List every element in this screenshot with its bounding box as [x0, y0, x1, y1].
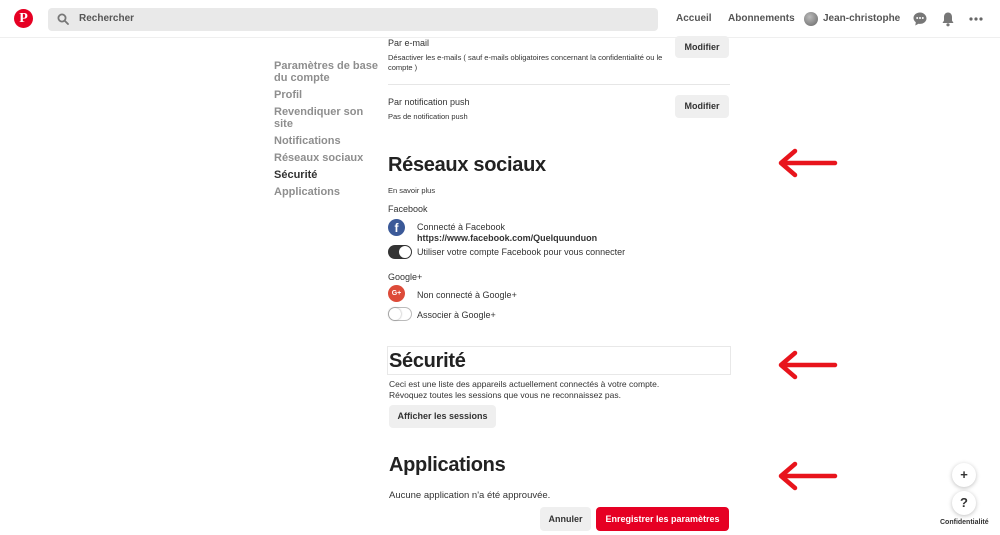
help-icon[interactable]: ?: [952, 491, 976, 515]
top-bar: P Rechercher Accueil Abonnements Jean-ch…: [0, 0, 1000, 38]
email-notification-label: Par e-mail: [388, 38, 430, 48]
learn-more-link[interactable]: En savoir plus: [388, 186, 435, 196]
facebook-label: Facebook: [388, 204, 428, 214]
facebook-url: https://www.facebook.com/Quelquunduon: [417, 233, 598, 243]
google-associate-toggle[interactable]: [388, 307, 412, 321]
applications-desc: Aucune application n'a été approuvée.: [389, 490, 551, 501]
search-icon: [57, 13, 69, 25]
google-status: Non connecté à Google+: [417, 290, 517, 300]
nav-user-link[interactable]: Jean-christophe: [823, 13, 900, 24]
facebook-status: Connecté à Facebook: [417, 222, 506, 232]
cancel-button[interactable]: Annuler: [540, 507, 591, 531]
email-notification-desc: Désactiver les e-mails ( sauf e-mails ob…: [388, 53, 663, 72]
facebook-login-toggle[interactable]: [388, 245, 412, 259]
search-input[interactable]: Rechercher: [48, 8, 658, 31]
settings-sidebar: Paramètres de base du compte Profil Reve…: [274, 60, 379, 203]
toggle-knob: [389, 308, 401, 320]
chat-icon[interactable]: [912, 11, 928, 27]
sidebar-item-social-networks[interactable]: Réseaux sociaux: [274, 152, 379, 164]
security-desc-line1: Ceci est une liste des appareils actuell…: [389, 379, 660, 389]
red-arrow-icon: [778, 148, 838, 178]
sidebar-item-basic-settings[interactable]: Paramètres de base du compte: [274, 60, 379, 84]
security-desc-line2: Révoquez toutes les sessions que vous ne…: [389, 390, 621, 400]
push-modify-button[interactable]: Modifier: [675, 95, 729, 118]
applications-section-title: Applications: [389, 454, 506, 476]
plus-icon[interactable]: +: [952, 463, 976, 487]
email-modify-button[interactable]: Modifier: [675, 36, 729, 58]
google-toggle-label: Associer à Google+: [417, 310, 496, 320]
bell-icon[interactable]: [940, 11, 956, 27]
show-sessions-button[interactable]: Afficher les sessions: [389, 405, 496, 428]
divider: [388, 84, 730, 85]
search-placeholder: Rechercher: [79, 13, 135, 24]
sidebar-item-applications[interactable]: Applications: [274, 186, 379, 198]
nav-home-link[interactable]: Accueil: [676, 13, 712, 24]
sidebar-item-profile[interactable]: Profil: [274, 89, 379, 101]
pinterest-logo[interactable]: P: [14, 9, 33, 28]
red-arrow-icon: [778, 461, 838, 491]
toggle-knob: [399, 246, 411, 258]
push-notification-desc: Pas de notification push: [388, 112, 468, 121]
avatar[interactable]: [804, 12, 818, 26]
google-label: Google+: [388, 272, 423, 282]
save-settings-button[interactable]: Enregistrer les paramètres: [596, 507, 729, 531]
security-section-title: Sécurité: [389, 350, 466, 372]
privacy-link[interactable]: Confidentialité: [940, 519, 989, 526]
sidebar-item-notifications[interactable]: Notifications: [274, 135, 379, 147]
more-icon[interactable]: [968, 11, 984, 27]
sidebar-item-claim-site[interactable]: Revendiquer son site: [274, 106, 379, 130]
facebook-icon: f: [388, 219, 405, 236]
google-plus-icon: G+: [388, 285, 405, 302]
nav-following-link[interactable]: Abonnements: [728, 13, 795, 24]
sidebar-item-security[interactable]: Sécurité: [274, 169, 379, 181]
social-section-title: Réseaux sociaux: [388, 154, 546, 176]
facebook-toggle-label: Utiliser votre compte Facebook pour vous…: [417, 247, 626, 257]
red-arrow-icon: [778, 350, 838, 380]
push-notification-label: Par notification push: [388, 97, 470, 107]
